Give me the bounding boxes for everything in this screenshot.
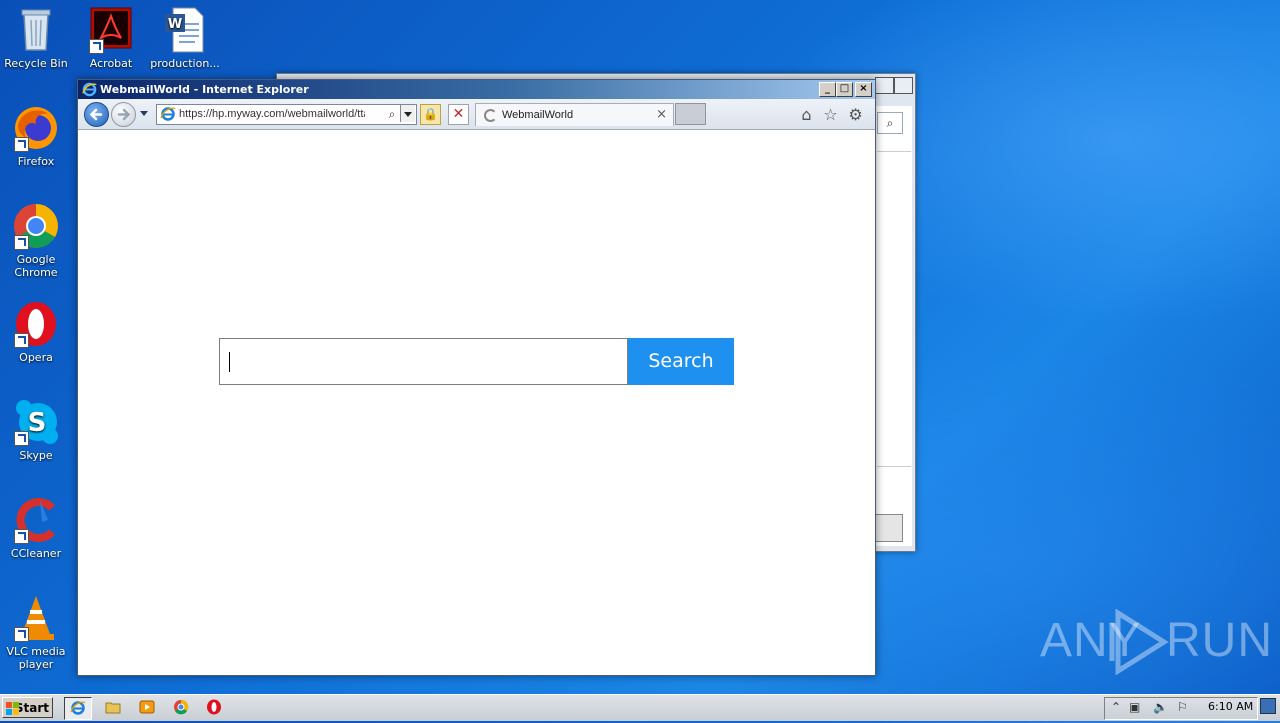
arrow-right-icon <box>117 108 131 121</box>
desktop-icon-label: Acrobat Reader DC <box>89 57 133 70</box>
desktop-icon-label: Firefox <box>17 155 55 168</box>
page-content: Search <box>78 130 875 675</box>
desktop-icon-firefox[interactable]: Firefox <box>0 104 72 168</box>
desktop-icon-label: Recycle Bin <box>4 57 68 70</box>
chrome-icon <box>12 202 60 250</box>
opera-icon <box>207 699 221 715</box>
anyrun-watermark: ANY RUN <box>1040 607 1272 675</box>
desktop-icon-recycle-bin[interactable]: Recycle Bin <box>0 6 72 70</box>
tray-expand-icon[interactable]: ⌃ <box>1111 700 1121 714</box>
shortcut-arrow-icon <box>14 235 29 250</box>
desktop-icon-label: CCleaner <box>10 547 62 560</box>
shortcut-arrow-icon <box>14 137 29 152</box>
divider <box>877 466 911 467</box>
internet-explorer-icon <box>160 107 176 121</box>
desktop-icon-label: Skype <box>19 449 53 462</box>
internet-explorer-icon <box>70 701 86 715</box>
internet-explorer-icon <box>82 82 97 97</box>
history-dropdown-icon[interactable] <box>140 111 148 116</box>
desktop-icon-label: VLC media player <box>6 645 66 671</box>
tab-title: WebmailWorld <box>502 109 574 121</box>
desktop-icon-label: production... <box>150 57 220 70</box>
shortcut-arrow-icon <box>14 529 29 544</box>
forward-button[interactable] <box>111 102 136 127</box>
close-button[interactable]: × <box>855 82 872 97</box>
background-command-button[interactable] <box>875 514 903 542</box>
loading-spinner-icon <box>484 109 497 122</box>
shortcut-arrow-icon <box>89 39 104 54</box>
taskbar-chrome[interactable] <box>168 697 194 718</box>
taskbar-internet-explorer[interactable] <box>64 697 92 720</box>
divider <box>877 151 911 152</box>
opera-icon <box>12 300 60 348</box>
stop-icon[interactable]: ✕ <box>448 104 469 125</box>
network-icon[interactable]: ▣ <box>1129 700 1140 714</box>
watermark-text-right: RUN <box>1166 614 1273 667</box>
new-tab-button[interactable] <box>675 103 706 125</box>
recycle-bin-icon <box>12 6 60 54</box>
home-icon[interactable]: ⌂ <box>798 106 815 123</box>
background-close-button[interactable] <box>894 77 913 94</box>
search-input[interactable] <box>219 338 628 385</box>
background-maximize-button[interactable] <box>875 77 894 94</box>
desktop-icon-production[interactable]: W production... <box>149 6 221 70</box>
address-url[interactable]: https://hp.myway.com/webmailworld/ttab <box>179 108 365 120</box>
shortcut-arrow-icon <box>14 333 29 348</box>
taskbar-explorer[interactable] <box>100 697 126 718</box>
shortcut-arrow-icon <box>14 627 29 642</box>
title-bar[interactable]: WebmailWorld - Internet Explorer _ □ × <box>78 80 875 99</box>
tab-webmailworld[interactable]: WebmailWorld × <box>475 103 674 126</box>
desktop-icon-label: Opera <box>19 351 53 364</box>
text-caret <box>229 352 230 372</box>
play-logo-icon <box>1109 609 1169 675</box>
clock[interactable]: 6:10 AM <box>1208 700 1253 713</box>
background-window-content <box>875 106 912 546</box>
search-icon[interactable]: ⌕ <box>385 106 399 122</box>
taskbar-opera[interactable] <box>201 697 227 718</box>
desktop-icon-ccleaner[interactable]: CCleaner <box>0 496 72 560</box>
window-title: WebmailWorld - Internet Explorer <box>100 83 309 96</box>
tab-close-icon[interactable]: × <box>656 107 667 122</box>
start-label: Start <box>14 701 49 715</box>
start-button[interactable]: Start <box>2 697 53 718</box>
word-document-icon: W <box>161 6 209 54</box>
desktop-icon-acrobat[interactable]: Acrobat Reader DC <box>75 6 147 70</box>
arrow-left-icon <box>89 108 103 121</box>
desktop-icon-chrome[interactable]: Google Chrome <box>0 202 72 279</box>
action-center-flag-icon[interactable]: ⚐ <box>1177 700 1188 714</box>
chrome-icon <box>174 699 189 715</box>
search-button[interactable]: Search <box>628 338 734 385</box>
shortcut-arrow-icon <box>14 431 29 446</box>
skype-icon: S <box>12 398 60 446</box>
back-button[interactable] <box>84 102 109 127</box>
ie-window[interactable]: WebmailWorld - Internet Explorer _ □ × h… <box>77 79 876 676</box>
taskbar-media-player[interactable] <box>134 697 160 718</box>
address-dropdown-icon[interactable] <box>400 105 415 122</box>
volume-icon[interactable]: 🔈 <box>1153 700 1168 714</box>
desktop-icon-label: Google Chrome <box>14 253 58 279</box>
folder-icon <box>105 702 121 714</box>
desktop-icon-vlc[interactable]: VLC media player <box>0 594 72 671</box>
lock-icon[interactable]: 🔒 <box>420 104 441 125</box>
media-player-icon <box>139 700 155 714</box>
taskbar: Start ⌃ ▣ 🔈 ⚐ 6:10 AM <box>0 694 1280 721</box>
ccleaner-icon <box>12 496 60 544</box>
navigation-bar: https://hp.myway.com/webmailworld/ttab ⌕… <box>78 99 875 130</box>
favorites-star-icon[interactable]: ☆ <box>822 106 839 123</box>
maximize-button[interactable]: □ <box>836 82 853 97</box>
vlc-icon <box>12 594 60 642</box>
acrobat-icon <box>87 6 135 54</box>
desktop-icon-opera[interactable]: Opera <box>0 300 72 364</box>
address-bar[interactable]: https://hp.myway.com/webmailworld/ttab ⌕ <box>156 104 417 125</box>
search-icon[interactable]: ⌕ <box>877 112 903 134</box>
firefox-icon <box>12 104 60 152</box>
windows-logo-icon <box>6 702 19 715</box>
gear-icon[interactable]: ⚙ <box>847 106 864 123</box>
svg-text:S: S <box>28 408 47 438</box>
minimize-button[interactable]: _ <box>819 82 836 97</box>
svg-text:W: W <box>168 17 182 32</box>
desktop-icon-skype[interactable]: S Skype <box>0 398 72 462</box>
show-desktop-button[interactable] <box>1260 698 1276 714</box>
